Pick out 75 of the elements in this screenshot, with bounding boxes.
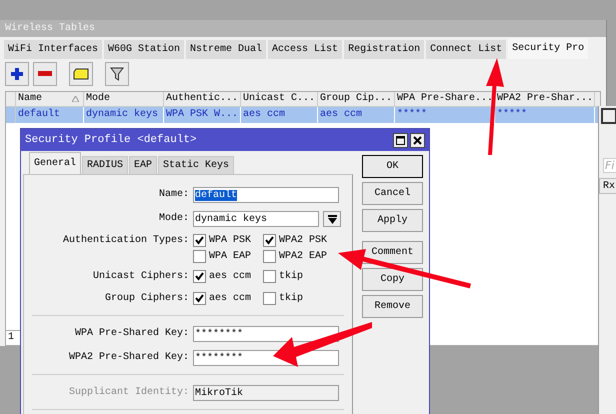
- checkbox-label: WPA PSK: [209, 234, 252, 246]
- tab[interactable]: Connect List: [426, 40, 506, 59]
- field-label: WPA Pre-Shared Key:: [74, 326, 189, 341]
- checkbox-label: tkip: [279, 292, 304, 304]
- checkbox-label: aes ccm: [209, 270, 252, 282]
- field-label: Supplicant Identity:: [68, 386, 189, 400]
- tab[interactable]: Registration: [344, 40, 424, 59]
- checkbox[interactable]: [263, 292, 276, 304]
- checkbox[interactable]: [193, 270, 206, 282]
- checkbox-label: aes ccm: [209, 292, 252, 304]
- table-cell: aes ccm: [318, 107, 395, 123]
- field-label: Name:: [158, 188, 189, 202]
- checkbox-label: WPA EAP: [209, 250, 252, 262]
- checkbox[interactable]: [263, 270, 276, 282]
- tab[interactable]: Static Keys: [158, 156, 234, 174]
- add-button[interactable]: [5, 62, 29, 86]
- column-header[interactable]: Unicast C...: [241, 92, 318, 106]
- dialog-button[interactable]: OK: [362, 155, 423, 178]
- column-header[interactable]: Name: [16, 92, 84, 106]
- table-cell: dynamic keys: [84, 107, 164, 123]
- dropdown-field[interactable]: dynamic keys: [193, 211, 319, 227]
- table-cell: WPA PSK W...: [164, 107, 241, 123]
- dialog-button[interactable]: Cancel: [362, 182, 423, 205]
- field-label: Mode:: [158, 212, 189, 226]
- dialog-button[interactable]: Apply: [362, 209, 423, 232]
- tab[interactable]: WiFi Interfaces: [4, 40, 102, 59]
- down-arrow-icon: [328, 214, 336, 224]
- table-cell: default: [16, 107, 84, 123]
- checkbox[interactable]: [193, 250, 206, 262]
- close-button[interactable]: [410, 132, 425, 148]
- close-icon: [413, 136, 422, 144]
- table-cell: aes ccm: [241, 107, 318, 123]
- dropdown-button[interactable]: [323, 211, 341, 227]
- dialog-button[interactable]: Copy: [362, 268, 423, 291]
- field-label: Authentication Types:: [62, 234, 189, 248]
- checkbox-label: WPA2 PSK: [279, 234, 328, 246]
- find-field[interactable]: Fi: [603, 158, 616, 173]
- checkbox[interactable]: [263, 250, 276, 262]
- column-header[interactable]: Mode: [84, 92, 164, 106]
- checkbox-label: WPA2 EAP: [279, 250, 328, 262]
- tab[interactable]: EAP: [129, 156, 158, 174]
- tab[interactable]: RADIUS: [82, 156, 128, 174]
- dialog-button[interactable]: Remove: [362, 295, 423, 318]
- tab[interactable]: Nstreme Dual: [186, 40, 266, 59]
- minus-icon: [38, 71, 52, 77]
- column-header[interactable]: Authentic...: [164, 92, 241, 106]
- tab[interactable]: W60G Station: [104, 40, 184, 59]
- checkbox[interactable]: [193, 234, 206, 246]
- field-label: Group Ciphers:: [104, 292, 189, 306]
- tab[interactable]: Security Pro: [508, 38, 588, 59]
- maximize-icon: [396, 136, 405, 144]
- plus-icon: [10, 67, 24, 81]
- maximize-button[interactable]: [393, 132, 408, 148]
- window-button[interactable]: [601, 108, 616, 124]
- text-field[interactable]: ********: [193, 326, 339, 342]
- filter-button[interactable]: [105, 62, 129, 86]
- comment-button[interactable]: [69, 62, 93, 86]
- remove-button[interactable]: [33, 62, 57, 86]
- dialog-button[interactable]: Comment: [362, 241, 423, 264]
- filter-icon: [110, 67, 124, 81]
- checkbox-label: tkip: [279, 270, 304, 282]
- sort-icon: [72, 96, 79, 102]
- window-title: Wireless Tables: [0, 20, 606, 37]
- tab[interactable]: General: [29, 152, 82, 174]
- field-label: WPA2 Pre-Shared Key:: [68, 350, 189, 365]
- column-header[interactable]: Group Cip...: [318, 92, 395, 106]
- checkbox[interactable]: [193, 292, 206, 304]
- field-label: Unicast Ciphers:: [92, 270, 189, 284]
- checkbox[interactable]: [263, 234, 276, 246]
- text-field[interactable]: default: [193, 187, 339, 203]
- tab[interactable]: Access List: [268, 40, 342, 59]
- table-row[interactable]: default dynamic keys WPA PSK W... aes ccm aes ccm ***** *****: [6, 107, 600, 123]
- dialog-title: Security Profile <default>: [25, 134, 198, 146]
- column-header[interactable]: Rx: [599, 178, 616, 194]
- note-icon: [73, 68, 89, 80]
